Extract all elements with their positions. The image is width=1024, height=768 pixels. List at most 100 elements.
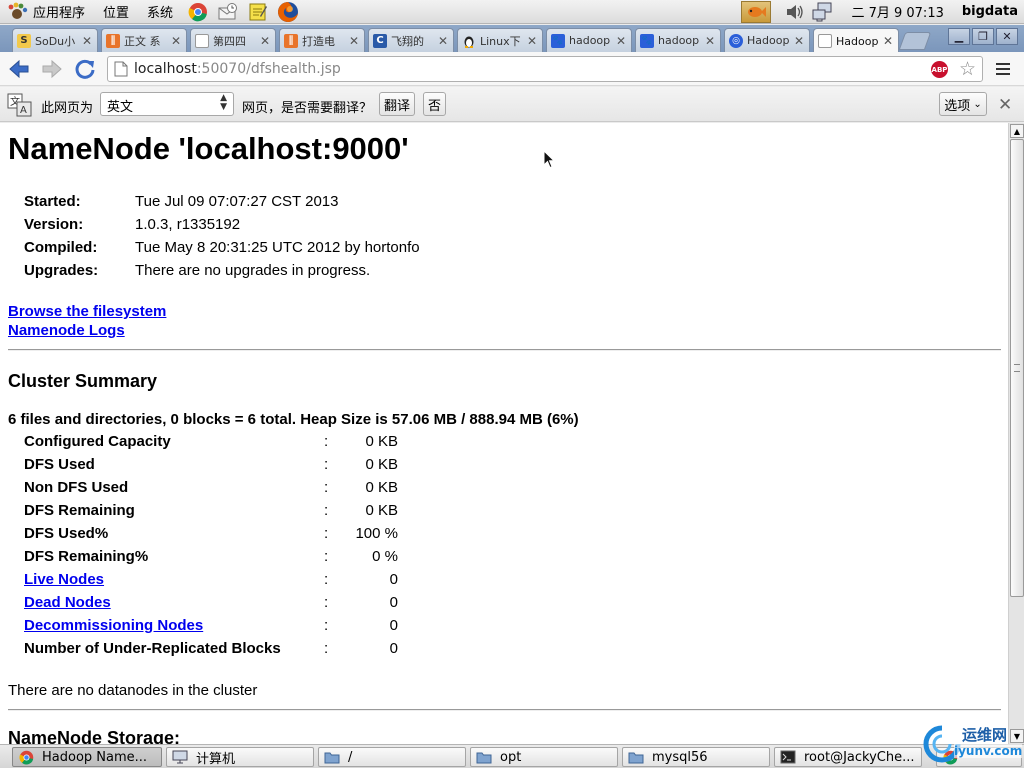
menu-bar-icon	[996, 73, 1010, 75]
translate-button[interactable]: 翻译	[379, 92, 415, 116]
notes-launcher[interactable]	[246, 1, 270, 23]
forward-button[interactable]	[38, 55, 66, 83]
language-select[interactable]: 英文 ▲ ▼	[100, 92, 234, 116]
document-icon	[195, 33, 209, 48]
tab-title: SoDu小	[35, 34, 76, 48]
translate-options-button[interactable]: 选项 ⌄	[939, 92, 987, 116]
tab-title: Hadoop	[836, 34, 879, 48]
namenode-storage-heading: NameNode Storage:	[8, 728, 181, 744]
taskbar-item-opt-folder[interactable]: opt	[470, 747, 618, 767]
tab-close-icon[interactable]: ✕	[348, 34, 360, 48]
summary-separator: :	[324, 502, 329, 519]
tab-close-icon[interactable]: ✕	[170, 34, 182, 48]
summary-value: 100 %	[355, 525, 398, 542]
close-window-button[interactable]: ✕	[996, 28, 1018, 45]
options-button-label: 选项	[944, 98, 971, 114]
taskbar-item-terminal[interactable]: root@JackyChe...	[774, 747, 922, 767]
network-tray[interactable]	[809, 1, 837, 23]
tab-hadoop-2[interactable]: 🐾 hadoop ✕	[635, 28, 721, 52]
system-menu-label: 系统	[147, 6, 174, 21]
close-icon: ✕	[1002, 30, 1012, 43]
page-orange-icon: ∥	[106, 33, 120, 48]
summary-row-dfs-remaining: DFS Remaining : 0 KB	[24, 502, 404, 525]
namenode-logs-link[interactable]: Namenode Logs	[8, 322, 125, 339]
firefox-launcher[interactable]	[276, 1, 300, 23]
new-tab-button[interactable]	[898, 32, 932, 50]
no-translate-button[interactable]: 否	[423, 92, 446, 116]
dead-nodes-link[interactable]: Dead Nodes	[24, 594, 111, 611]
summary-row-configured-capacity: Configured Capacity : 0 KB	[24, 433, 404, 456]
infobar-close-icon[interactable]: ✕	[998, 95, 1012, 115]
scroll-up-arrow-icon[interactable]: ▲	[1010, 124, 1024, 138]
summary-value: 0	[389, 617, 398, 634]
page-scrollbar[interactable]: ▲ ▼	[1008, 123, 1024, 744]
svg-text:A: A	[20, 105, 27, 116]
taskbar-item-chrome[interactable]: Hadoop Name...	[12, 747, 162, 767]
tab-close-icon[interactable]: ✕	[81, 34, 93, 48]
summary-row-dfs-remaining-percent: DFS Remaining% : 0 %	[24, 548, 404, 571]
tab-title: hadoop	[658, 34, 700, 47]
tab-feixiang[interactable]: C 飞翔的 ✕	[368, 28, 454, 52]
summary-separator: :	[324, 617, 329, 634]
fish-applet[interactable]	[741, 0, 772, 23]
baidu-icon: ◎	[729, 33, 743, 48]
fish-icon	[748, 6, 767, 17]
tab-linux[interactable]: Linux下 ✕	[457, 28, 543, 52]
taskbar-item-computer[interactable]: 计算机	[166, 747, 314, 767]
translate-infobar: 文 A 此网页为 英文 ▲ ▼ 网页，是否需要翻译？ 翻译 否 选项 ⌄ ✕	[0, 87, 1024, 122]
mail-launcher[interactable]	[216, 1, 240, 23]
chrome-icon	[18, 750, 34, 764]
tab-close-icon[interactable]: ✕	[882, 34, 894, 48]
bookmark-star-icon[interactable]: ☆	[959, 58, 976, 80]
taskbar-item-label: /	[348, 749, 353, 765]
places-menu[interactable]: 位置	[94, 0, 138, 24]
tab-close-icon[interactable]: ✕	[526, 34, 538, 48]
scrollbar-grip	[1014, 364, 1020, 372]
reload-button[interactable]	[71, 55, 99, 83]
language-selected-value: 英文	[107, 100, 134, 115]
tab-close-icon[interactable]: ✕	[615, 34, 627, 48]
panel-clock[interactable]: 二 7月 9 07:13	[837, 2, 961, 21]
minimize-button[interactable]: ▁	[948, 28, 970, 45]
tab-zhengwen[interactable]: ∥ 正文 系 ✕	[101, 28, 187, 52]
taskbar-item-root-folder[interactable]: /	[318, 747, 466, 767]
decommissioning-nodes-link[interactable]: Decommissioning Nodes	[24, 617, 203, 634]
cluster-summary-heading: Cluster Summary	[8, 371, 158, 391]
tab-close-icon[interactable]: ✕	[704, 34, 716, 48]
translate-icon: 文 A	[7, 93, 32, 117]
adblock-icon[interactable]: ABP	[931, 61, 948, 78]
tab-strip: S SoDu小 ✕ ∥ 正文 系 ✕ 第四四 ✕ ∥ 打造电 ✕ C 飞翔的 ✕…	[0, 25, 1024, 53]
taskbar-item-mysql-folder[interactable]: mysql56	[622, 747, 770, 767]
taskbar-item-label: mysql56	[652, 749, 708, 765]
back-button[interactable]	[5, 55, 33, 83]
applications-menu[interactable]: 应用程序	[0, 0, 94, 24]
tab-hadoop-active[interactable]: Hadoop ✕	[813, 28, 899, 53]
taskbar-item-label: opt	[500, 749, 522, 765]
baidu-icon: 🐾	[551, 33, 565, 48]
chrome-menu-button[interactable]	[992, 58, 1014, 80]
maximize-button[interactable]: ❐	[972, 28, 994, 45]
tab-close-icon[interactable]: ✕	[793, 34, 805, 48]
scroll-down-arrow-icon[interactable]: ▼	[1010, 729, 1024, 743]
divider	[8, 709, 1001, 711]
browse-filesystem-link[interactable]: Browse the filesystem	[8, 303, 166, 320]
tab-sodu[interactable]: S SoDu小 ✕	[12, 28, 98, 52]
info-label: Compiled:	[24, 239, 98, 256]
tab-close-icon[interactable]: ✕	[437, 34, 449, 48]
taskbar-item-chrome-2[interactable]	[936, 747, 1022, 767]
tab-close-icon[interactable]: ✕	[259, 34, 271, 48]
live-nodes-link[interactable]: Live Nodes	[24, 571, 104, 588]
scrollbar-thumb[interactable]	[1010, 139, 1024, 597]
address-bar[interactable]: localhost:50070/dfshealth.jsp ABP ☆	[107, 56, 983, 82]
taskbar-item-label: Hadoop Name...	[42, 749, 148, 765]
translate-question: 网页，是否需要翻译？	[242, 101, 373, 116]
volume-tray[interactable]	[781, 1, 809, 23]
chevron-down-icon: ⌄	[973, 98, 982, 110]
summary-row-dfs-used-percent: DFS Used% : 100 %	[24, 525, 404, 548]
tab-disisi[interactable]: 第四四 ✕	[190, 28, 276, 52]
chrome-launcher[interactable]	[186, 1, 210, 23]
tab-hadoop-3[interactable]: ◎ Hadoop ✕	[724, 28, 810, 52]
system-menu[interactable]: 系统	[138, 0, 182, 24]
tab-dazao[interactable]: ∥ 打造电 ✕	[279, 28, 365, 52]
tab-hadoop-1[interactable]: 🐾 hadoop ✕	[546, 28, 632, 52]
